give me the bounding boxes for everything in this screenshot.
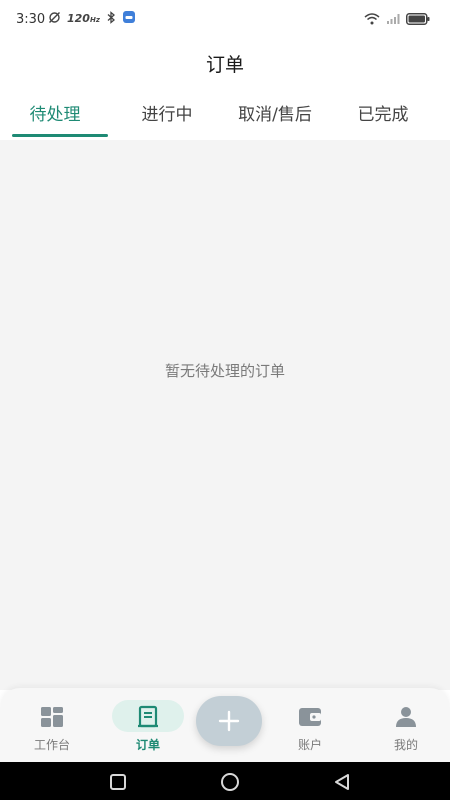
back-button[interactable] (330, 770, 354, 794)
tab-cancelled-aftersales[interactable]: 取消/售后 (220, 100, 330, 125)
tab-pending[interactable]: 待处理 (0, 100, 110, 125)
dashboard-icon (41, 707, 63, 727)
tab-completed[interactable]: 已完成 (328, 100, 438, 125)
nav-item-account[interactable]: 账户 (270, 696, 350, 754)
active-tab-indicator (12, 134, 108, 137)
nav-item-workbench[interactable]: 工作台 (12, 696, 92, 754)
nav-label-orders: 订单 (135, 738, 160, 752)
order-icon (138, 705, 158, 728)
nav-label-account: 账户 (297, 738, 322, 752)
recent-apps-button[interactable] (106, 770, 130, 794)
home-button[interactable] (218, 770, 242, 794)
empty-state-message: 暂无待处理的订单 (164, 362, 285, 380)
nav-label-workbench: 工作台 (33, 738, 70, 752)
tab-in-progress[interactable]: 进行中 (112, 100, 222, 125)
wallet-icon (299, 708, 321, 726)
square-icon (110, 774, 126, 790)
circle-icon (221, 773, 239, 791)
person-icon (396, 707, 416, 727)
refresh-rate: 120Hz (67, 12, 100, 25)
system-nav-bar (0, 762, 450, 800)
page-title: 订单 (205, 54, 244, 76)
status-time: 3:30 (16, 12, 46, 27)
alarm-off-icon (48, 11, 61, 27)
order-tabs: 待处理 进行中 取消/售后 已完成 (0, 90, 450, 140)
nav-item-mine[interactable]: 我的 (366, 696, 446, 754)
triangle-back-icon (335, 774, 349, 790)
add-order-button[interactable] (196, 696, 262, 746)
status-left-icons: 120Hz (48, 10, 136, 27)
header: 订单 (0, 40, 450, 90)
battery-icon (406, 10, 430, 29)
signal-icon (386, 10, 400, 29)
app-notification-icon (122, 10, 136, 27)
plus-icon (218, 710, 240, 732)
wifi-icon (364, 10, 380, 29)
bluetooth-icon (106, 10, 116, 27)
status-bar: 3:30 120Hz (0, 0, 450, 40)
status-right-icons (364, 10, 430, 29)
nav-label-mine: 我的 (393, 738, 418, 752)
order-list-area: 暂无待处理的订单 (0, 140, 450, 690)
nav-item-orders[interactable]: 订单 (108, 696, 188, 754)
